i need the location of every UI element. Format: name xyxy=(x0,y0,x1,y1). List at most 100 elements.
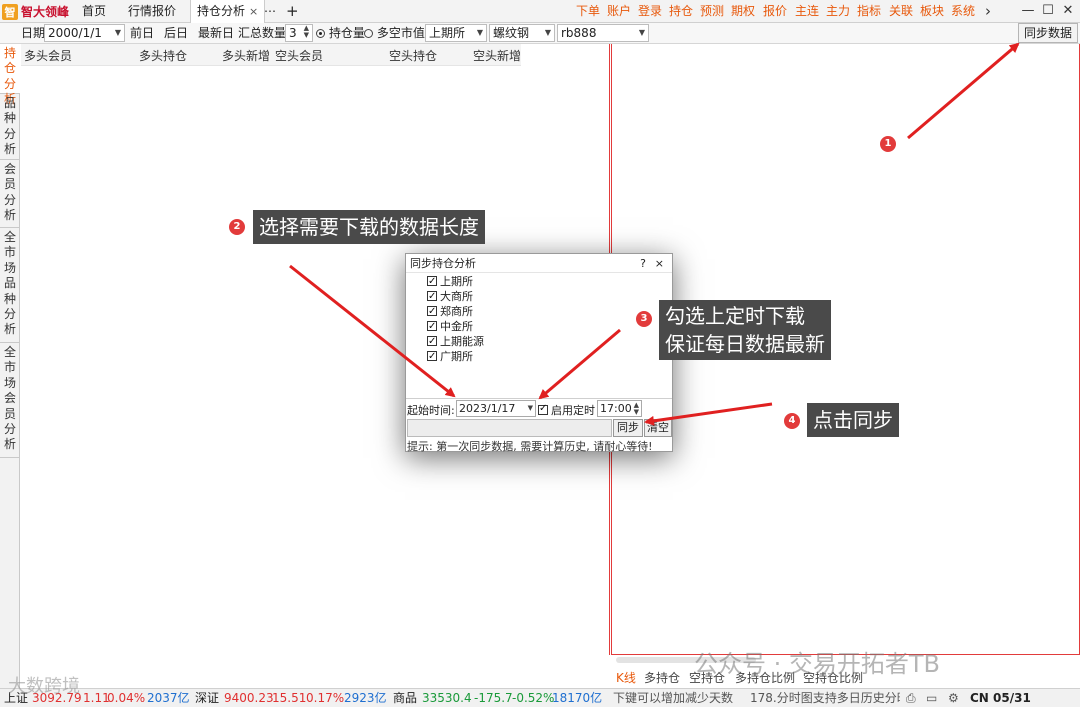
product-select[interactable]: 螺纹钢 ▼ xyxy=(489,24,555,42)
menu-main-force[interactable]: 主力 xyxy=(826,0,850,23)
wechat-watermark: 公众号 · 交易开拓者TB xyxy=(694,650,941,678)
chart-tab-long[interactable]: 多持仓 xyxy=(644,669,680,686)
status-tip-2: 178.分时图支持多日历史分时 xyxy=(750,691,900,705)
sum-count-value: 3 xyxy=(289,26,297,40)
stepper-icon: ▲ ▼ xyxy=(303,24,309,39)
side-tab-market-product[interactable]: 全市场品种分析 xyxy=(0,228,20,343)
stepper-icon: ▲ ▼ xyxy=(633,401,639,416)
exchange-checkbox-gfex[interactable]: 广期所 xyxy=(427,349,473,364)
step-badge-2: 2 xyxy=(229,219,245,235)
col-long-position[interactable]: 多头持仓 xyxy=(139,47,187,64)
add-tab-icon[interactable]: + xyxy=(280,0,305,23)
callout-4: 点击同步 xyxy=(807,403,899,437)
side-tab-market-member[interactable]: 全市场会员分析 xyxy=(0,343,20,458)
sum-count-stepper[interactable]: 3 ▲ ▼ xyxy=(285,24,313,42)
menu-related[interactable]: 关联 xyxy=(889,0,913,23)
chevron-down-icon: ▼ xyxy=(527,404,533,412)
timer-time-stepper[interactable]: 17:00 ▲ ▼ xyxy=(597,400,642,417)
menu-main-continuous[interactable]: 主连 xyxy=(795,0,819,23)
callout-3-line-1: 勾选上定时下载 xyxy=(665,304,805,328)
chevron-down-icon: ▼ xyxy=(544,28,551,37)
timer-checkbox[interactable]: 启用定时 xyxy=(538,402,595,418)
title-bar: 智 智大领峰 首页 行情报价 持仓分析 × ⋯ + 下单 账户 登录 持仓 预测 … xyxy=(0,0,1080,23)
sync-data-button[interactable]: 同步数据 xyxy=(1017,23,1078,43)
side-tab-product-analysis[interactable]: 品种分析 xyxy=(0,94,20,160)
sh-index-pct: 0.04% xyxy=(107,691,146,705)
sz-index-amount: 2923亿 xyxy=(344,691,387,705)
logo-icon: 智 xyxy=(2,3,18,20)
exchange-select[interactable]: 上期所 ▼ xyxy=(425,24,487,42)
tab-position-analysis[interactable]: 持仓分析 × xyxy=(190,0,266,23)
menu-position[interactable]: 持仓 xyxy=(669,0,693,23)
side-tab-member-analysis[interactable]: 会员分析 xyxy=(0,160,20,228)
callout-3: 勾选上定时下载 保证每日数据最新 xyxy=(659,300,831,360)
sh-index-change: 1.11 xyxy=(83,691,110,705)
col-short-position[interactable]: 空头持仓 xyxy=(389,47,437,64)
dialog-close-icon[interactable]: × xyxy=(655,254,664,273)
date-label: 日期 xyxy=(21,26,46,40)
tab-more-icon[interactable]: ⋯ xyxy=(258,0,282,23)
callout-2: 选择需要下载的数据长度 xyxy=(253,210,485,244)
sz-index-pct: 0.17% xyxy=(306,691,345,705)
help-icon[interactable]: ? xyxy=(640,254,646,273)
prev-day-button[interactable]: 前日 xyxy=(130,25,154,42)
sz-index-label: 深证 xyxy=(195,691,220,705)
checkbox-checked-icon xyxy=(427,319,437,334)
dialog-action-row: 同步 清空 xyxy=(406,419,672,437)
exchange-checkbox-cffex[interactable]: 中金所 xyxy=(427,319,473,334)
radio-position[interactable]: 持仓量 xyxy=(316,25,365,42)
col-short-increase[interactable]: 空头新增 xyxy=(473,47,521,64)
col-long-increase[interactable]: 多头新增 xyxy=(222,47,270,64)
chart-tab-kline[interactable]: K线 xyxy=(616,669,636,686)
menu-sector[interactable]: 板块 xyxy=(920,0,944,23)
close-window-icon[interactable]: ✕ xyxy=(1058,0,1078,23)
radio-market-value[interactable]: 多空市值 xyxy=(364,25,425,42)
menu-order[interactable]: 下单 xyxy=(576,0,600,23)
menu-forecast[interactable]: 预测 xyxy=(700,0,724,23)
sync-button[interactable]: 同步 xyxy=(613,419,643,437)
toolbar: 日期 2000/1/1 ▼ 前日 后日 最新日 汇总数量 3 ▲ ▼ 持仓量 多空市值… xyxy=(0,23,1080,44)
exchange-checkbox-dce[interactable]: 大商所 xyxy=(427,289,473,304)
side-tabs: 持仓分析 品种分析 会员分析 全市场品种分析 全市场会员分析 xyxy=(0,44,20,689)
menu-indicator[interactable]: 指标 xyxy=(857,0,881,23)
menu-account[interactable]: 账户 xyxy=(607,0,631,23)
col-short-member[interactable]: 空头会员 xyxy=(275,47,323,64)
step-badge-4: 4 xyxy=(784,413,800,429)
start-date-picker[interactable]: 2023/1/17 ▼ xyxy=(456,400,536,417)
tab-quotes[interactable]: 行情报价 xyxy=(122,0,182,23)
sum-count-label: 汇总数量 xyxy=(238,26,287,40)
next-day-button[interactable]: 后日 xyxy=(164,25,188,42)
dialog-title-bar: 同步持仓分析 ? × xyxy=(406,254,672,273)
step-badge-3: 3 xyxy=(636,311,652,327)
menu-login[interactable]: 登录 xyxy=(638,0,662,23)
col-long-member[interactable]: 多头会员 xyxy=(24,47,72,64)
sz-index-value: 9400.23 xyxy=(224,691,274,705)
corner-watermark: 大数跨境 xyxy=(8,676,80,697)
menu-system[interactable]: 系统 xyxy=(951,0,975,23)
tab-home[interactable]: 首页 xyxy=(76,0,112,23)
menu-options[interactable]: 期权 xyxy=(731,0,755,23)
menu-chevron-icon[interactable]: › xyxy=(985,0,991,23)
contract-select[interactable]: rb888 ▼ xyxy=(557,24,649,42)
minimize-icon[interactable]: — xyxy=(1018,0,1038,23)
tab-label: 持仓分析 xyxy=(197,4,246,18)
menu-quote[interactable]: 报价 xyxy=(763,0,787,23)
bell-icon[interactable]: ⎙ xyxy=(906,689,916,707)
settings-icon[interactable]: ⚙ xyxy=(948,689,959,707)
commodity-amount: 18170亿 xyxy=(552,691,603,705)
status-bar: 上证 3092.79 1.11 0.04% 2037亿 深证 9400.23 1… xyxy=(0,688,1080,707)
maximize-icon[interactable]: ☐ xyxy=(1038,0,1058,23)
latest-day-button[interactable]: 最新日 xyxy=(198,25,234,42)
date-select[interactable]: 2000/1/1 ▼ xyxy=(44,24,125,42)
message-icon[interactable]: ▭ xyxy=(926,689,937,707)
clear-button[interactable]: 清空 xyxy=(644,419,672,437)
exchange-checkbox-ine[interactable]: 上期能源 xyxy=(427,334,484,349)
exchange-checkbox-shfe[interactable]: 上期所 xyxy=(427,274,473,289)
app-logo: 智 智大领峰 xyxy=(2,3,69,20)
exchange-checkbox-czce[interactable]: 郑商所 xyxy=(427,304,473,319)
app-name: 智大领峰 xyxy=(21,5,70,19)
sh-index-amount: 2037亿 xyxy=(147,691,190,705)
side-tab-position-analysis[interactable]: 持仓分析 xyxy=(0,44,20,106)
checkbox-checked-icon xyxy=(427,289,437,304)
tab-close-icon[interactable]: × xyxy=(249,5,258,18)
